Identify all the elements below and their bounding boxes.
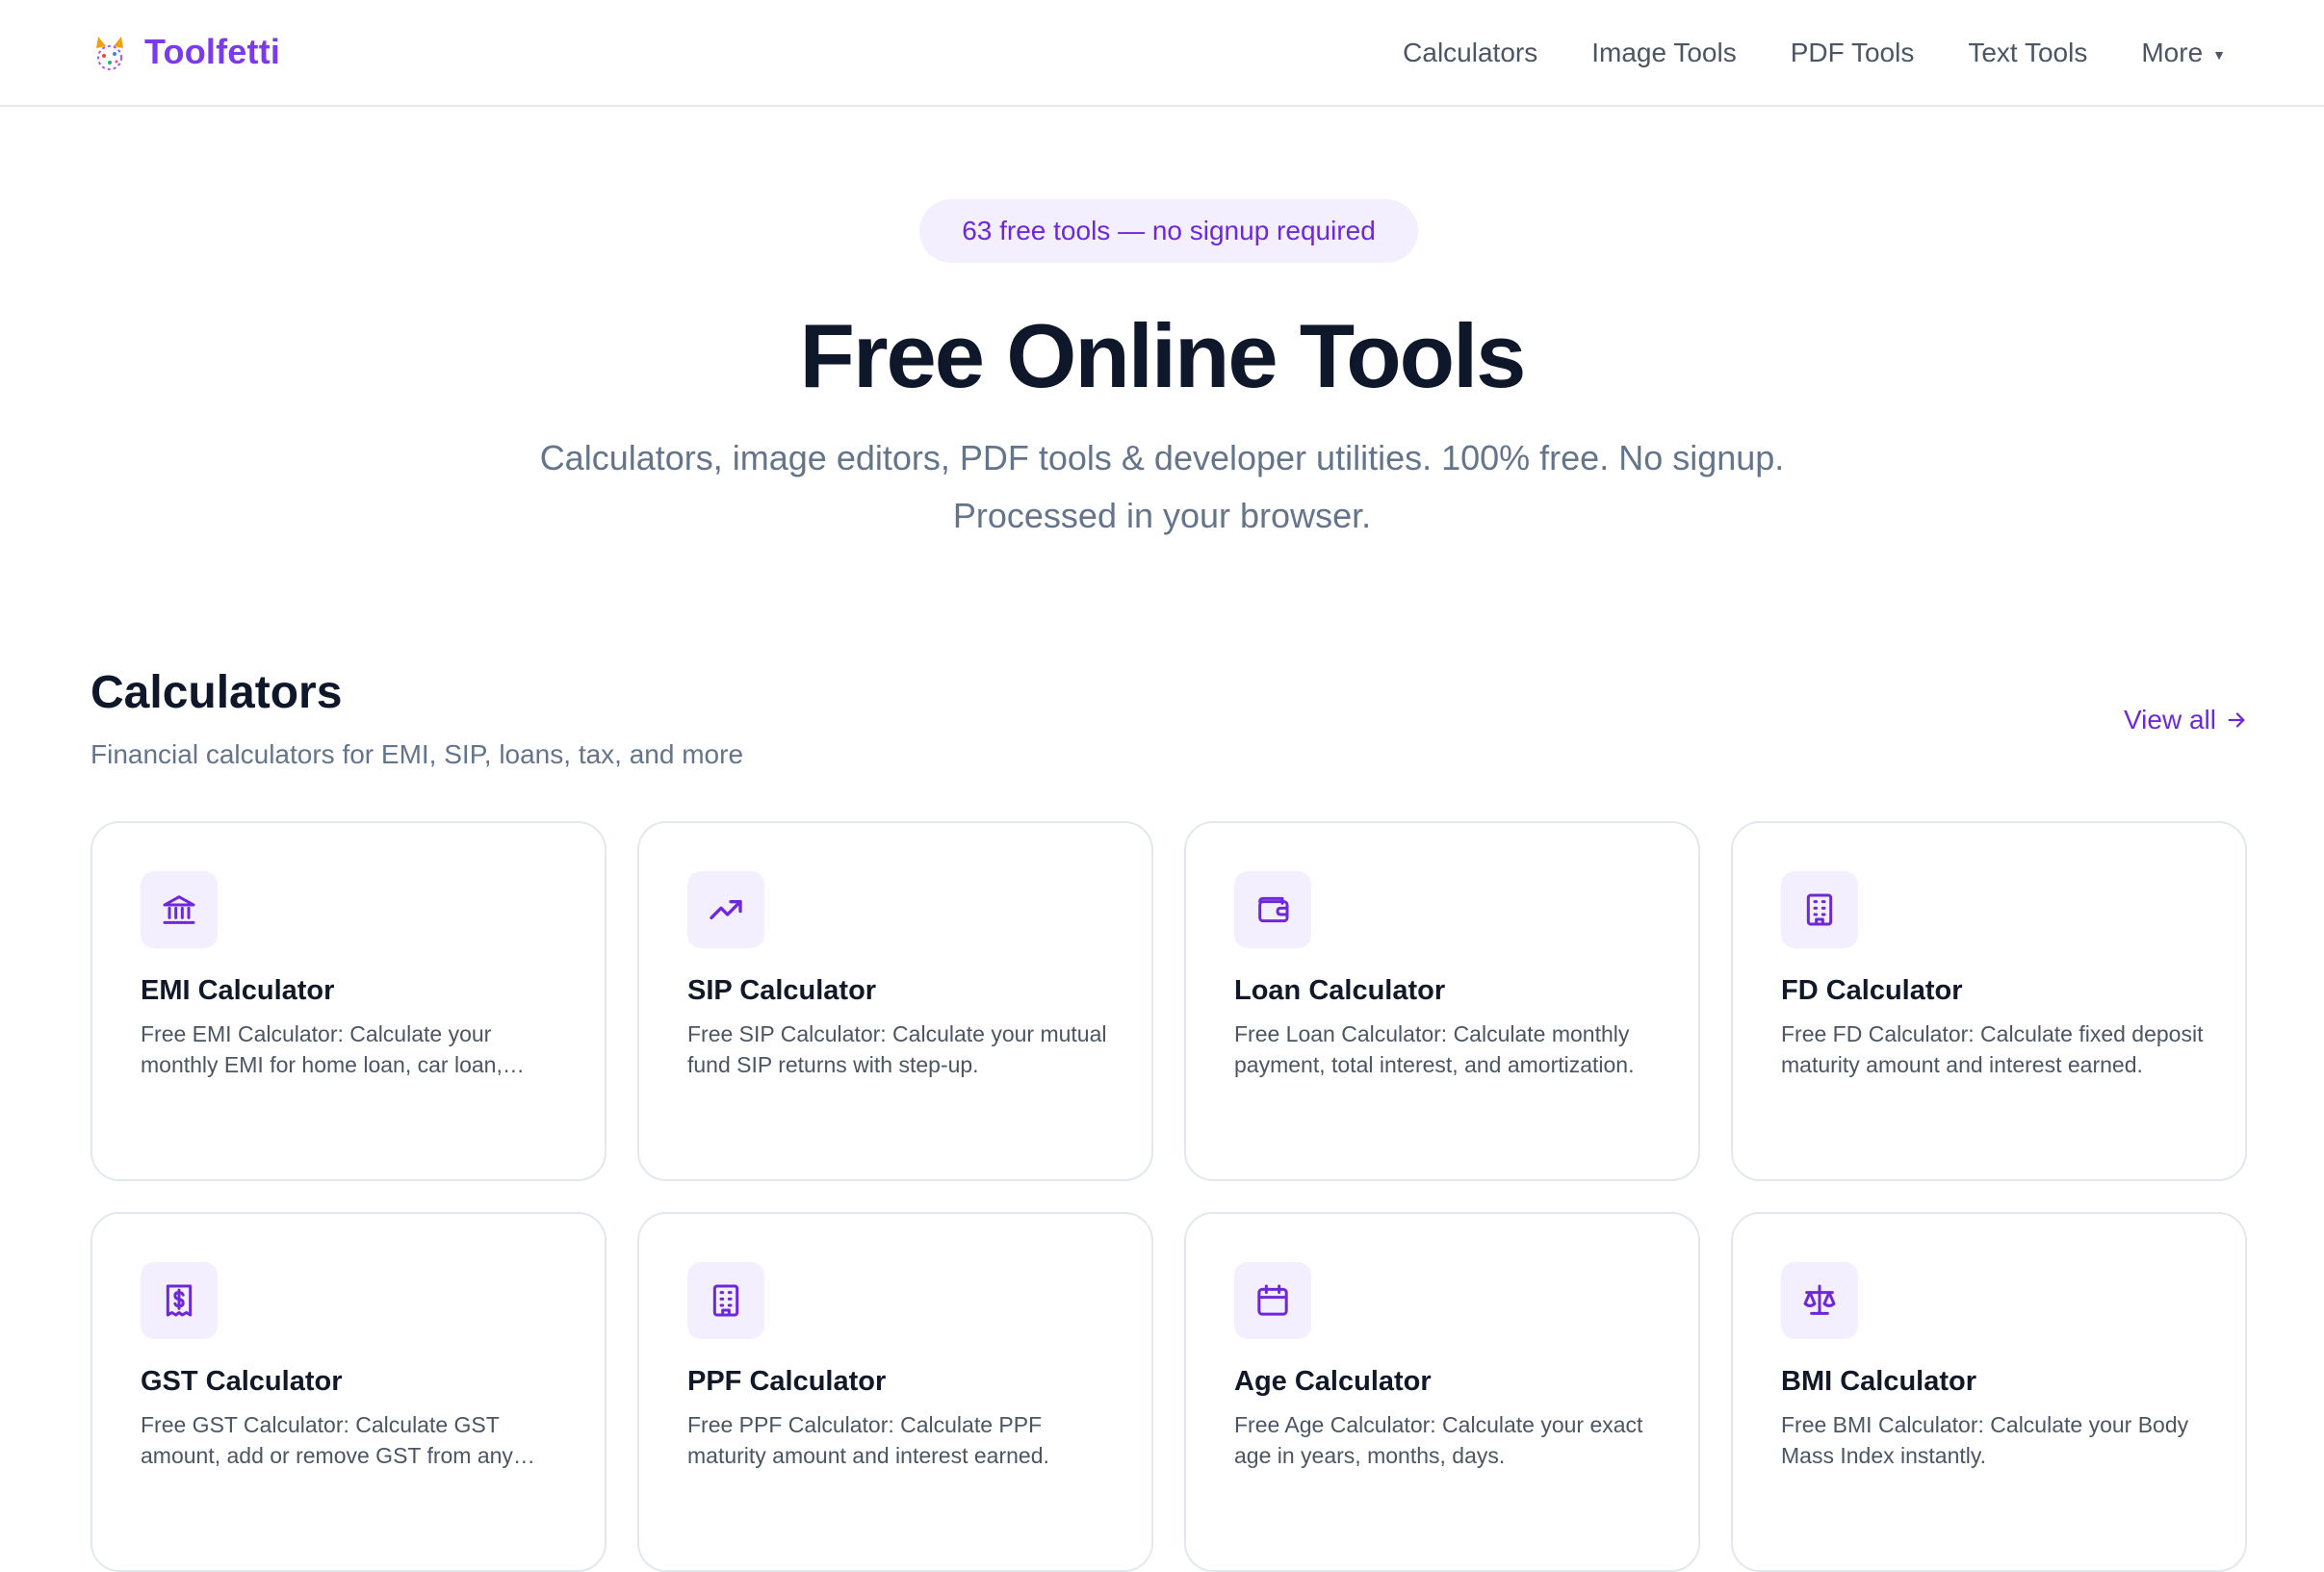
brand-name: Toolfetti	[144, 32, 281, 71]
hero-title: Free Online Tools	[799, 305, 1527, 406]
card-description: Free Age Calculator: Calculate your exac…	[1234, 1412, 1643, 1468]
card-description: Free EMI Calculator: Calculate your mont…	[141, 1021, 503, 1077]
receipt-icon	[166, 1284, 193, 1317]
wallet-icon	[1258, 896, 1289, 923]
card-title: BMI Calculator	[1781, 1366, 1977, 1397]
nav-pdf-tools[interactable]: PDF Tools	[1791, 38, 1915, 68]
nav-image-tools[interactable]: Image Tools	[1591, 38, 1736, 68]
section-description: Financial calculators for EMI, SIP, loan…	[90, 739, 744, 769]
main-nav: Calculators Image Tools PDF Tools Text T…	[1403, 29, 2226, 77]
section-title: Calculators	[90, 667, 343, 718]
view-all-label: View all	[2124, 705, 2216, 734]
hero-subtitle: Calculators, image editors, PDF tools & …	[481, 429, 1843, 545]
card-icon-box	[1234, 871, 1311, 948]
tools-count-badge: 63 free tools — no signup required	[919, 199, 1418, 263]
tool-card-loan[interactable]: Loan Calculator Free Loan Calculator: Ca…	[1184, 821, 1700, 1181]
card-icon-box	[687, 871, 764, 948]
bank-icon	[163, 895, 195, 924]
logo-icon	[96, 37, 123, 70]
card-title: GST Calculator	[141, 1366, 343, 1397]
tool-card-fd[interactable]: FD Calculator Free FD Calculator: Calcul…	[1731, 821, 2247, 1181]
nav-more-label: More	[2141, 38, 2204, 67]
card-title: SIP Calculator	[687, 975, 877, 1006]
building-icon	[1806, 893, 1833, 926]
calendar-icon	[1257, 1284, 1288, 1316]
card-title: EMI Calculator	[141, 975, 335, 1006]
card-title: PPF Calculator	[687, 1366, 887, 1397]
card-title: Loan Calculator	[1234, 975, 1446, 1006]
tool-card-ppf[interactable]: PPF Calculator Free PPF Calculator: Calc…	[637, 1212, 1153, 1572]
card-description: Free FD Calculator: Calculate fixed depo…	[1781, 1021, 2204, 1077]
card-icon-box	[1781, 1262, 1858, 1339]
caret-down-icon: ▼	[2212, 46, 2226, 63]
card-icon-box	[141, 1262, 218, 1339]
card-description: Free SIP Calculator: Calculate your mutu…	[687, 1021, 1107, 1077]
brand-link[interactable]: Toolfetti	[89, 25, 280, 79]
nav-text-tools[interactable]: Text Tools	[1968, 38, 2087, 68]
nav-more[interactable]: More ▼	[2141, 38, 2226, 68]
nav-calculators[interactable]: Calculators	[1403, 38, 1537, 68]
card-icon-box	[141, 871, 218, 948]
card-icon-box	[687, 1262, 764, 1339]
tool-card-age[interactable]: Age Calculator Free Age Calculator: Calc…	[1184, 1212, 1700, 1572]
tool-card-bmi[interactable]: BMI Calculator Free BMI Calculator: Calc…	[1731, 1212, 2247, 1572]
card-icon-box	[1234, 1262, 1311, 1339]
card-title: FD Calculator	[1781, 975, 1963, 1006]
card-title: Age Calculator	[1234, 1366, 1432, 1397]
trending-up-icon	[710, 900, 742, 919]
card-icon-box	[1781, 871, 1858, 948]
view-all-link[interactable]: View all	[2124, 705, 2247, 735]
site-header: Toolfetti Calculators Image Tools PDF To…	[0, 0, 2324, 107]
card-description: Free Loan Calculator: Calculate monthly …	[1234, 1021, 1635, 1077]
card-description: Free PPF Calculator: Calculate PPF matur…	[687, 1412, 1049, 1468]
card-description: Free BMI Calculator: Calculate your Body…	[1781, 1412, 2189, 1468]
building-icon	[712, 1284, 739, 1317]
tool-card-gst[interactable]: GST Calculator Free GST Calculator: Calc…	[90, 1212, 607, 1572]
arrow-right-icon	[2228, 712, 2245, 728]
card-description: Free GST Calculator: Calculate GST amoun…	[141, 1412, 513, 1468]
tool-card-sip[interactable]: SIP Calculator Free SIP Calculator: Calc…	[637, 821, 1153, 1181]
hero-subtitle-line-2: Processed in your browser.	[952, 496, 1372, 535]
hero-subtitle-line-1: Calculators, image editors, PDF tools & …	[539, 438, 1785, 477]
scale-icon	[1803, 1284, 1836, 1315]
tool-card-emi[interactable]: EMI Calculator Free EMI Calculator: Calc…	[90, 821, 607, 1181]
